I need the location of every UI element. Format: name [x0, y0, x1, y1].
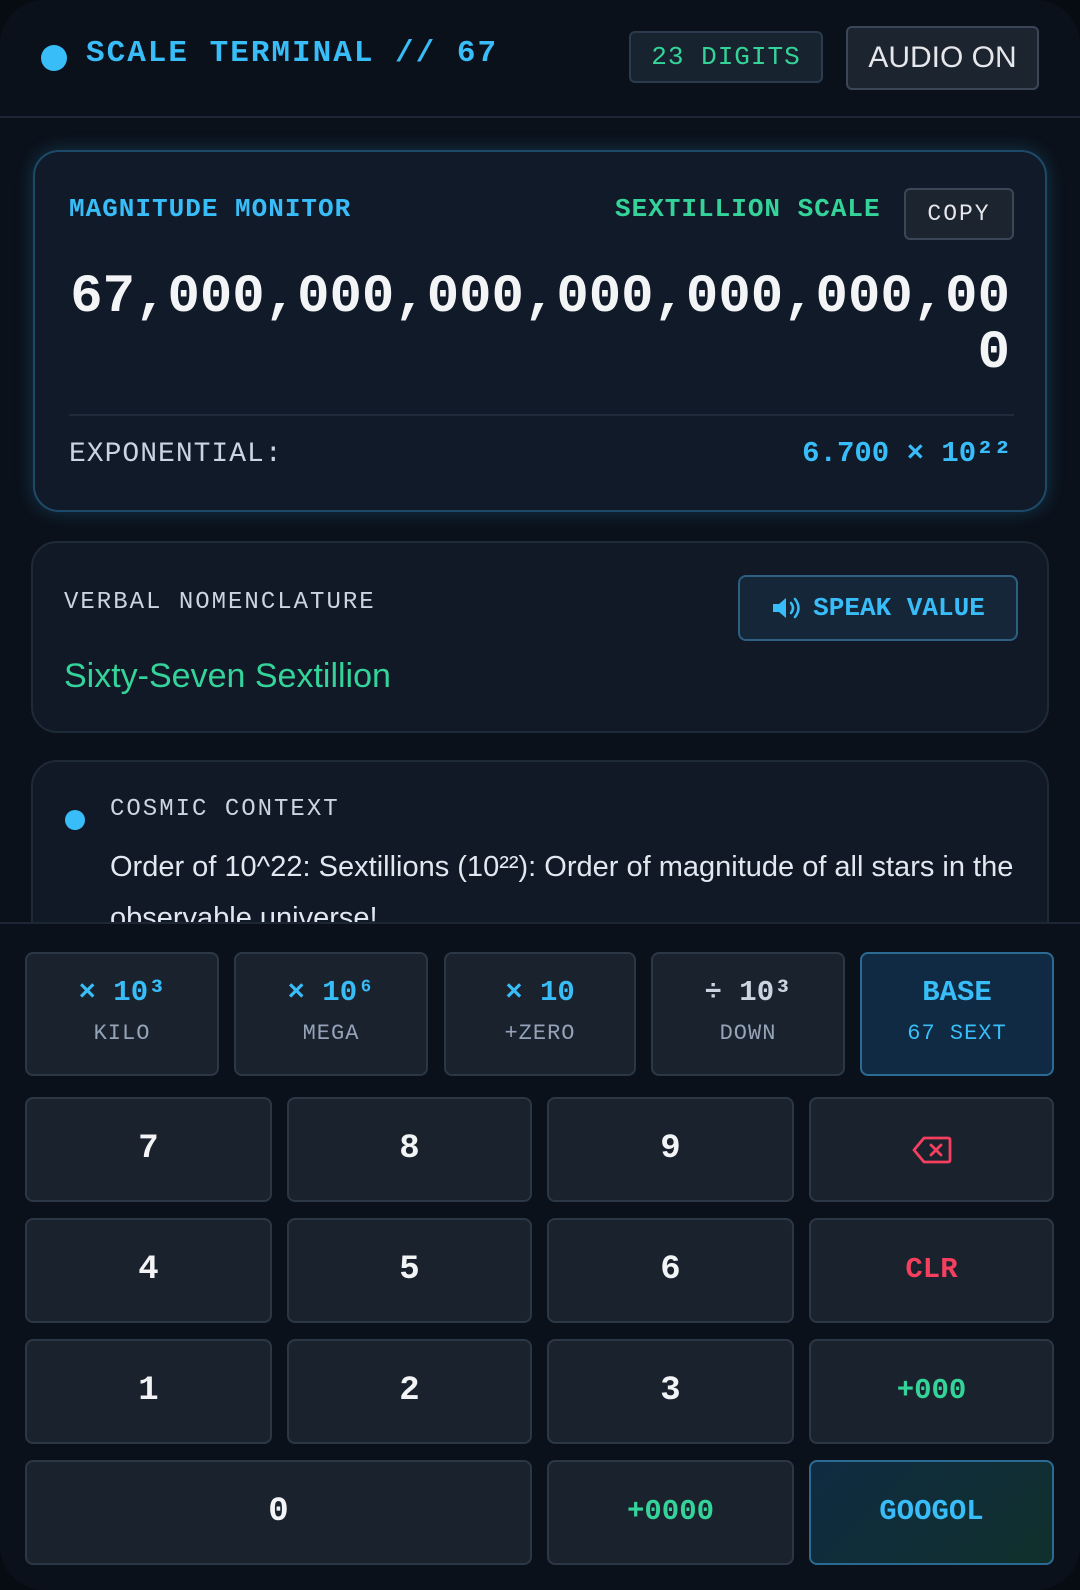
speak-value-button[interactable]: SPEAK VALUE — [738, 575, 1018, 641]
key-2[interactable]: 2 — [287, 1339, 532, 1444]
kilo-button-sub: KILO — [93, 1021, 151, 1046]
key-1[interactable]: 1 — [25, 1339, 272, 1444]
kilo-button[interactable]: × 10³ KILO — [25, 952, 219, 1076]
divider — [69, 414, 1014, 416]
mega-button[interactable]: × 10⁶ MEGA — [234, 952, 428, 1076]
status-indicator — [41, 45, 67, 71]
verbal-value: Sixty-Seven Sextillion — [64, 657, 391, 695]
key-9[interactable]: 9 — [547, 1097, 794, 1202]
down-button-main: ÷ 10³ — [704, 976, 792, 1009]
add-zero-button[interactable]: × 10 +ZERO — [444, 952, 636, 1076]
clear-button[interactable]: CLR — [809, 1218, 1054, 1323]
header: SCALE TERMINAL // 67 23 DIGITS AUDIO ON — [0, 0, 1080, 118]
backspace-button[interactable] — [809, 1097, 1054, 1202]
speaker-icon — [773, 597, 800, 619]
verbal-label: VERBAL NOMENCLATURE — [64, 589, 376, 616]
exponential-value: 6.700 × 10²² — [802, 437, 1011, 470]
mega-button-main: × 10⁶ — [287, 976, 375, 1009]
add-four-zeros-button[interactable]: +0000 — [547, 1460, 794, 1565]
base-button-sub: 67 SEXT — [907, 1021, 1007, 1046]
mega-button-sub: MEGA — [302, 1021, 360, 1046]
backspace-icon — [912, 1136, 951, 1164]
kilo-button-main: × 10³ — [78, 976, 166, 1009]
speak-value-label: SPEAK VALUE — [813, 593, 985, 623]
value-display: 67,000,000,000,000,000,000,000 — [70, 267, 1010, 384]
app-window: SCALE TERMINAL // 67 23 DIGITS AUDIO ON … — [0, 0, 1080, 1590]
keypad: × 10³ KILO × 10⁶ MEGA × 10 +ZERO ÷ 10³ D… — [0, 922, 1080, 1590]
add-zero-button-main: × 10 — [505, 976, 575, 1009]
info-dot-icon — [65, 810, 85, 830]
key-4[interactable]: 4 — [25, 1218, 272, 1323]
googol-button[interactable]: GOOGOL — [809, 1460, 1054, 1565]
key-6[interactable]: 6 — [547, 1218, 794, 1323]
base-button-main: BASE — [922, 976, 992, 1009]
down-button-sub: DOWN — [719, 1021, 777, 1046]
copy-button[interactable]: COPY — [904, 188, 1014, 240]
exponential-label: EXPONENTIAL: — [69, 439, 283, 470]
key-0[interactable]: 0 — [25, 1460, 532, 1565]
key-8[interactable]: 8 — [287, 1097, 532, 1202]
magnitude-monitor: MAGNITUDE MONITOR SEXTILLION SCALE COPY … — [33, 150, 1047, 512]
audio-toggle-button[interactable]: AUDIO ON — [846, 26, 1039, 90]
down-button[interactable]: ÷ 10³ DOWN — [651, 952, 845, 1076]
key-3[interactable]: 3 — [547, 1339, 794, 1444]
digit-count-badge: 23 DIGITS — [629, 31, 823, 83]
scale-label: SEXTILLION SCALE — [615, 194, 881, 224]
cosmic-label: COSMIC CONTEXT — [110, 796, 340, 823]
app-title: SCALE TERMINAL // 67 — [86, 36, 499, 71]
verbal-panel: VERBAL NOMENCLATURE SPEAK VALUE Sixty-Se… — [31, 541, 1049, 733]
key-5[interactable]: 5 — [287, 1218, 532, 1323]
monitor-title: MAGNITUDE MONITOR — [69, 194, 352, 224]
base-button[interactable]: BASE 67 SEXT — [860, 952, 1054, 1076]
key-7[interactable]: 7 — [25, 1097, 272, 1202]
add-three-zeros-button[interactable]: +000 — [809, 1339, 1054, 1444]
add-zero-button-sub: +ZERO — [504, 1021, 576, 1046]
